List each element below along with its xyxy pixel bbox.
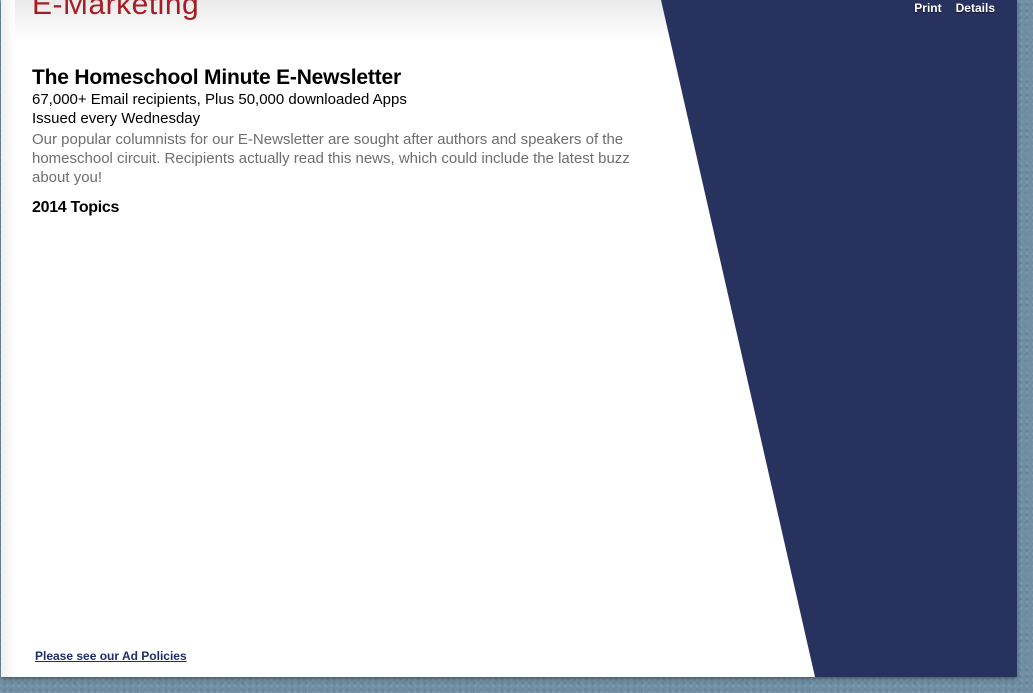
details-link[interactable]: Details — [956, 1, 995, 15]
ad-policies-link[interactable]: Please see our Ad Policies — [35, 649, 187, 663]
main-content: The Homeschool Minute E-Newsletter 67,00… — [32, 66, 632, 217]
stats-line: 67,000+ Email recipients, Plus 50,000 do… — [32, 91, 407, 108]
newsletter-headline: The Homeschool Minute E-Newsletter — [32, 66, 401, 89]
newsletter-description: Our popular columnists for our E-Newslet… — [32, 131, 630, 186]
toolbar: Print Details — [914, 1, 995, 15]
schedule-line: Issued every Wednesday — [32, 110, 201, 127]
print-link[interactable]: Print — [914, 1, 941, 15]
topics-heading: 2014 Topics — [32, 199, 120, 216]
page-container: E-Marketing Print Details The Homeschool… — [1, 0, 1017, 677]
section-title: E-Marketing — [32, 0, 200, 21]
